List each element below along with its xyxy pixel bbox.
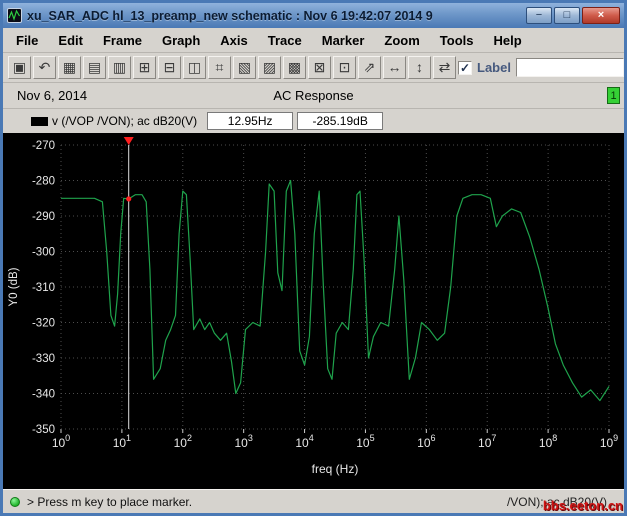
- status-trace-label: /VON); ac dB20(V): [506, 494, 607, 509]
- print-icon[interactable]: ▣: [8, 56, 31, 79]
- label-checkbox[interactable]: ✓: [458, 60, 472, 75]
- menubar: File Edit Frame Graph Axis Trace Marker Zoom Too…: [3, 28, 624, 53]
- menu-item-graph[interactable]: Graph: [153, 30, 209, 51]
- y-tick-label: -300: [32, 247, 55, 259]
- zoom-box-icon[interactable]: ⊠: [308, 56, 331, 79]
- label-input[interactable]: [515, 58, 624, 77]
- y-axis-title: Y0 (dB): [8, 267, 20, 306]
- pan-horizontal-icon[interactable]: ↔: [383, 56, 406, 79]
- snap-grid-icon[interactable]: ⌗: [208, 56, 231, 79]
- menu-item-tools[interactable]: Tools: [431, 30, 483, 51]
- minimize-button[interactable]: −: [526, 7, 552, 24]
- undo-icon[interactable]: ↶: [33, 56, 56, 79]
- menu-item-axis[interactable]: Axis: [211, 30, 256, 51]
- menu-item-zoom[interactable]: Zoom: [375, 30, 428, 51]
- menu-item-frame[interactable]: Frame: [94, 30, 151, 51]
- plot-area[interactable]: 100 101 102 103 104 105 106 107 108 109 -270 -280 -2…: [3, 133, 624, 489]
- menu-item-help[interactable]: Help: [484, 30, 530, 51]
- zoom-fit-icon[interactable]: ⇗: [358, 56, 381, 79]
- y-tick-label: -270: [32, 140, 55, 152]
- statusbar: > Press m key to place marker. /VON); ac…: [3, 489, 624, 513]
- ac-response-plot[interactable]: 100 101 102 103 104 105 106 107 108 109-270-280-2…: [3, 133, 624, 489]
- overlay-chart-icon[interactable]: ▥: [108, 56, 131, 79]
- slope-marker-icon[interactable]: ▧: [233, 56, 256, 79]
- delete-subwindow-icon[interactable]: ⊟: [158, 56, 181, 79]
- grid-icon[interactable]: ▦: [58, 56, 81, 79]
- y-tick-label: -350: [32, 424, 55, 436]
- copy-window-icon[interactable]: ◫: [183, 56, 206, 79]
- menu-item-file[interactable]: File: [7, 30, 47, 51]
- graph-subheader: AC Response Nov 6, 2014 1: [3, 83, 624, 109]
- trace-color-swatch[interactable]: [31, 116, 48, 126]
- menu-item-edit[interactable]: Edit: [49, 30, 92, 51]
- menu-item-trace[interactable]: Trace: [259, 30, 311, 51]
- pan-vertical-icon[interactable]: ↕: [408, 56, 431, 79]
- app-icon: [7, 8, 22, 23]
- toolbar-icon-group: ▣ ↶ ▦ ▤ ▥ ⊞ ⊟ ◫ ⌗ ▧ ▨ ▩ ⊠ ⊡ ⇗ ↔ ↕ ⇄: [8, 56, 456, 79]
- application-window: xu_SAR_ADC hl_13_preamp_new schematic : …: [0, 0, 627, 516]
- close-button[interactable]: ×: [582, 7, 620, 24]
- label-group: ✓ Label: [458, 58, 624, 77]
- subwindow-number-badge[interactable]: 1: [607, 87, 620, 104]
- label-checkbox-label: Label: [477, 60, 511, 75]
- trace-style-icon[interactable]: ▨: [258, 56, 281, 79]
- marker-value-readout[interactable]: -285.19dB: [297, 112, 384, 130]
- window-title: xu_SAR_ADC hl_13_preamp_new schematic : …: [27, 8, 433, 23]
- swap-traces-icon[interactable]: ⇄: [433, 56, 456, 79]
- marker-point[interactable]: [126, 196, 132, 202]
- new-subwindow-icon[interactable]: ⊞: [133, 56, 156, 79]
- legend-row: v (/VOP /VON); ac dB20(V) 12.95Hz -285.1…: [3, 109, 624, 133]
- toolbar: ▣ ↶ ▦ ▤ ▥ ⊞ ⊟ ◫ ⌗ ▧ ▨ ▩ ⊠ ⊡ ⇗ ↔ ↕ ⇄ ✓ Label: [3, 53, 624, 83]
- y-tick-label: -330: [32, 353, 55, 365]
- graph-title: AC Response: [273, 88, 354, 103]
- maximize-button[interactable]: □: [554, 7, 580, 24]
- y-tick-label: -290: [32, 211, 55, 223]
- y-tick-label: -320: [32, 318, 55, 330]
- x-axis-title: freq (Hz): [312, 462, 359, 476]
- status-indicator-icon: [10, 496, 20, 507]
- status-message: > Press m key to place marker.: [27, 494, 193, 509]
- y-tick-label: -280: [32, 176, 55, 188]
- calculator-icon[interactable]: ▩: [283, 56, 306, 79]
- marker-frequency-readout[interactable]: 12.95Hz: [207, 112, 294, 130]
- titlebar[interactable]: xu_SAR_ADC hl_13_preamp_new schematic : …: [3, 3, 624, 28]
- strip-chart-icon[interactable]: ▤: [83, 56, 106, 79]
- menu-item-marker[interactable]: Marker: [313, 30, 374, 51]
- zoom-center-icon[interactable]: ⊡: [333, 56, 356, 79]
- trace-legend-label[interactable]: v (/VOP /VON); ac dB20(V): [52, 114, 197, 128]
- y-tick-label: -310: [32, 282, 55, 294]
- y-tick-label: -340: [32, 389, 55, 401]
